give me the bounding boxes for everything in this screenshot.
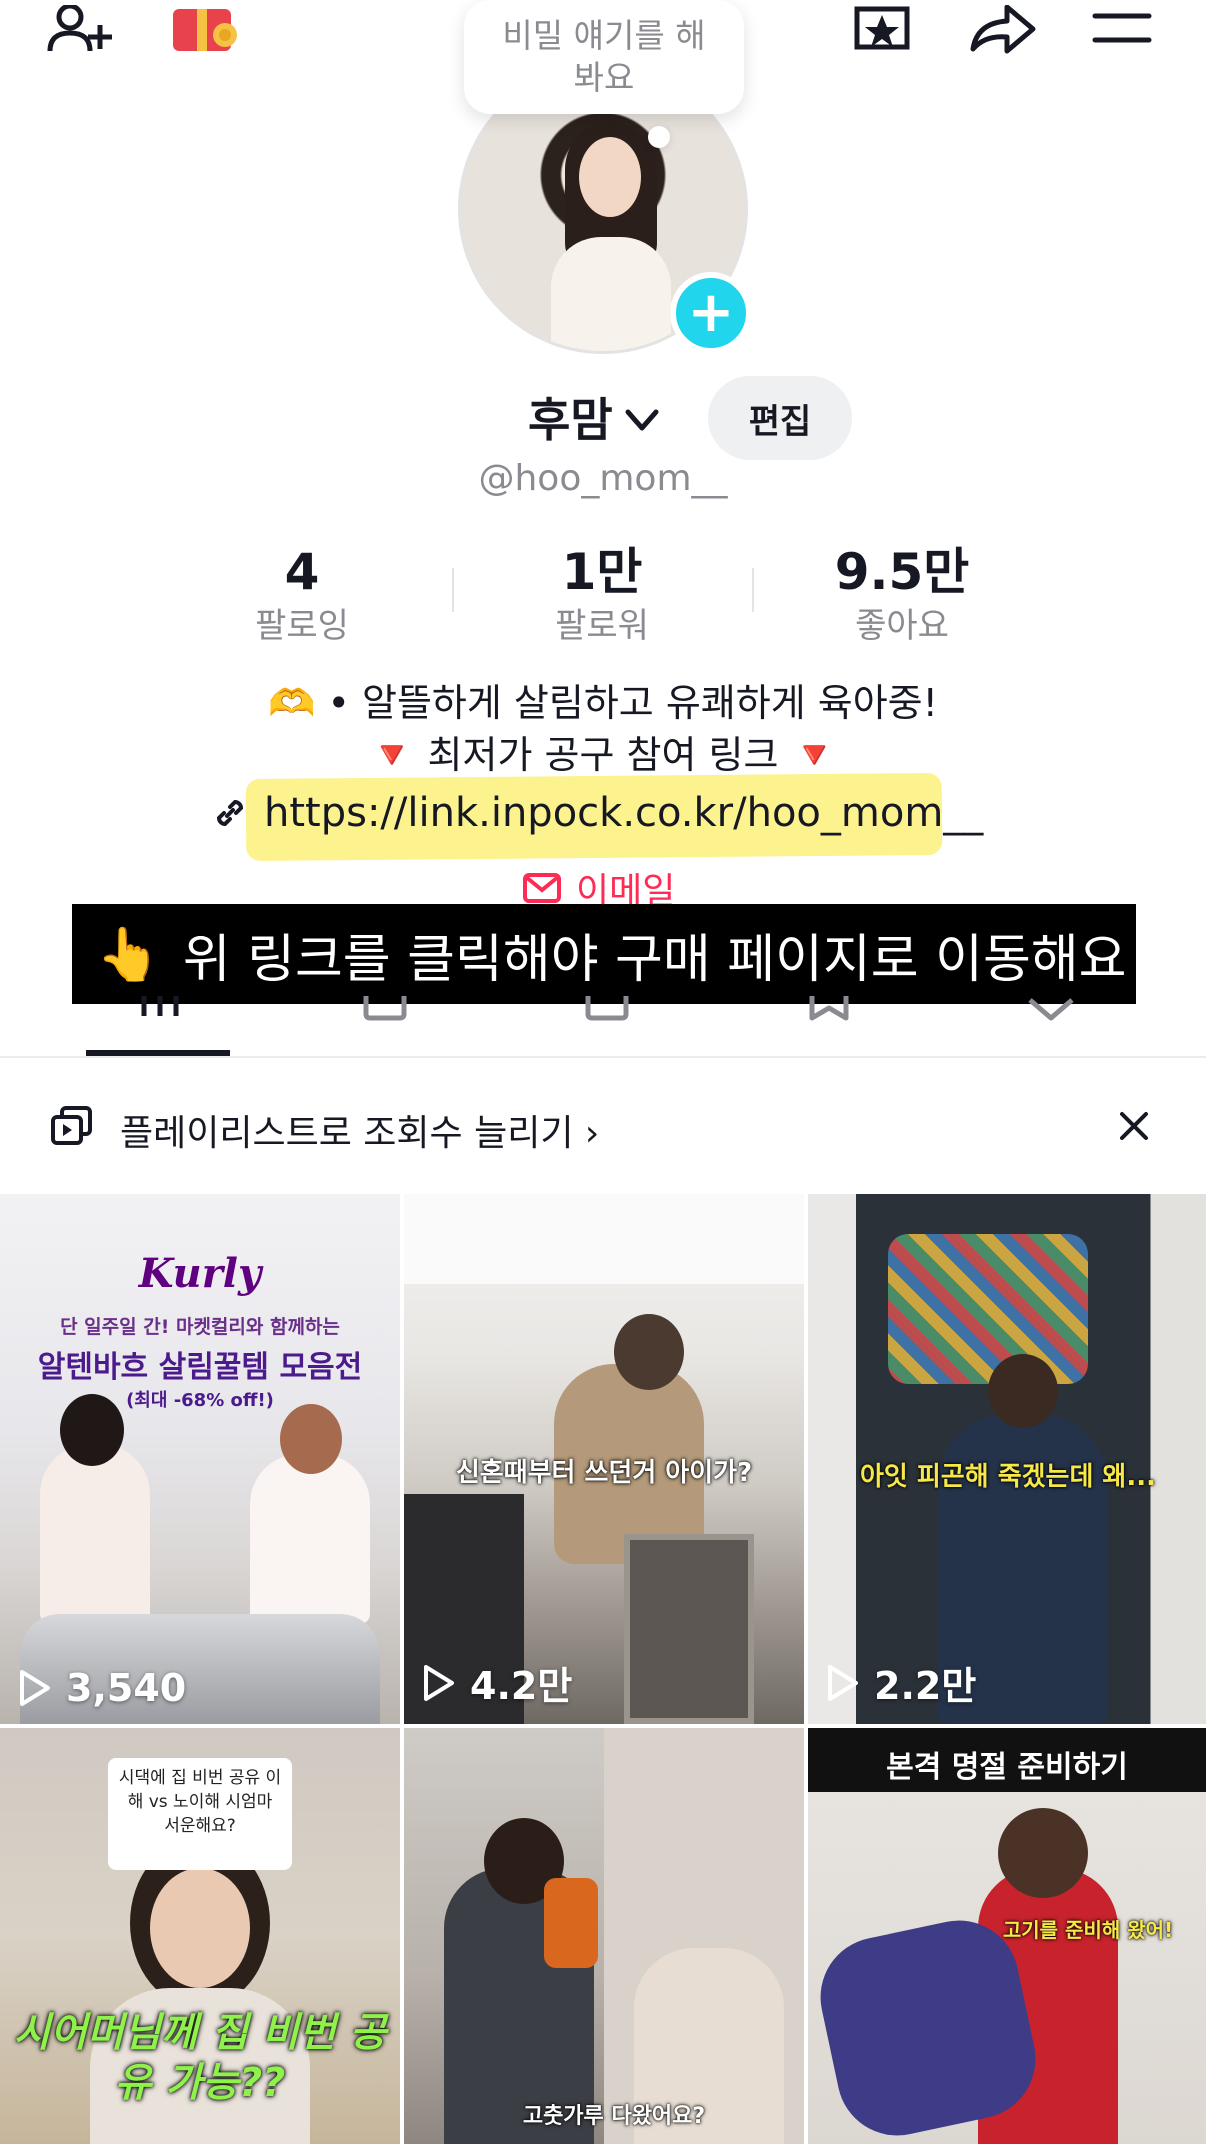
video-caption: 시어머님께 집 비번 공유 가능?? bbox=[13, 2010, 387, 2106]
video-caption: 본격 명절 준비하기 bbox=[886, 1750, 1128, 1785]
link-icon bbox=[216, 799, 244, 827]
repost-icon bbox=[585, 996, 629, 1021]
kurly-logo: Kurly bbox=[138, 1250, 262, 1297]
video-caption: 아잇 피곤해 죽겠는데 왜... bbox=[860, 1462, 1156, 1492]
profile-name[interactable]: 후맘 bbox=[528, 384, 613, 450]
playlist-prompt[interactable]: 플레이리스트로 조회수 늘리기 › bbox=[0, 1058, 1206, 1194]
saved-tab[interactable] bbox=[746, 996, 906, 1056]
playlist-icon bbox=[51, 1106, 92, 1145]
bio-link-text[interactable]: https://link.inpock.co.kr/hoo_mom__ bbox=[264, 790, 983, 836]
stat-value: 1만 bbox=[561, 543, 643, 601]
video-caption: 알텐바흐 살림꿀템 모음전 bbox=[37, 1350, 363, 1385]
video-tile[interactable]: 시댁에 집 비번 공유 이해 vs 노이해 시엄마 서운해요? 시어머님께 집 … bbox=[0, 1728, 400, 2144]
close-icon[interactable] bbox=[1116, 1108, 1152, 1144]
profile-handle: @hoo_mom__ bbox=[478, 458, 728, 499]
shop-tab[interactable] bbox=[302, 996, 462, 1056]
video-caption: (최대 -68% off!) bbox=[126, 1390, 274, 1411]
view-count-text: 4.2만 bbox=[470, 1664, 573, 1708]
share-icon[interactable] bbox=[962, 0, 1042, 60]
heart-icon bbox=[1028, 998, 1074, 1021]
stat-followers[interactable]: 1만 팔로워 bbox=[492, 540, 712, 648]
active-tab-indicator bbox=[86, 1050, 230, 1056]
stat-divider bbox=[752, 568, 754, 612]
note-bubble-text: 비밀 얘기를 해 봐요 bbox=[502, 16, 706, 97]
add-story-plus-icon[interactable]: + bbox=[670, 272, 752, 354]
caption-banner: 👆 위 링크를 클릭해야 구매 페이지로 이동해요 bbox=[72, 904, 1136, 1004]
videos-tab[interactable] bbox=[80, 996, 240, 1056]
stat-label: 팔로워 bbox=[555, 606, 649, 646]
bio-line-1: 🫶 • 알뜰하게 살림하고 유쾌하게 육아중! bbox=[268, 681, 938, 725]
video-caption: 고춧가루 다왔어요? bbox=[522, 2104, 706, 2129]
stat-value: 9.5만 bbox=[834, 543, 970, 601]
stat-label: 좋아요 bbox=[855, 606, 949, 646]
shop-bag-icon bbox=[363, 996, 407, 1021]
play-icon bbox=[424, 1664, 454, 1701]
edit-profile-button[interactable]: 편집 bbox=[708, 376, 852, 460]
view-count-text: 3,540 bbox=[66, 1666, 187, 1710]
view-count-text: 2.2만 bbox=[874, 1664, 977, 1708]
video-grid: Kurly 단 일주일 간! 마켓컬리와 함께하는 알텐바흐 살림꿀템 모음전 … bbox=[0, 1194, 1206, 2144]
bookmark-icon bbox=[809, 996, 849, 1021]
gift-icon[interactable] bbox=[164, 0, 244, 60]
view-count: 4.2만 bbox=[422, 1655, 572, 1710]
menu-icon[interactable] bbox=[1082, 0, 1162, 60]
avatar-body bbox=[551, 237, 671, 351]
mail-icon bbox=[523, 873, 561, 903]
add-friend-icon[interactable] bbox=[40, 0, 120, 60]
grid-icon bbox=[141, 996, 179, 1016]
avatar-face bbox=[579, 137, 641, 217]
stat-label: 팔로잉 bbox=[255, 606, 349, 646]
liked-tab[interactable] bbox=[968, 998, 1128, 1056]
caption-banner-text: 위 링크를 클릭해야 구매 페이지로 이동해요 bbox=[182, 929, 1127, 990]
chevron-down-icon[interactable] bbox=[622, 400, 662, 440]
video-tile[interactable]: Kurly 단 일주일 간! 마켓컬리와 함께하는 알텐바흐 살림꿀템 모음전 … bbox=[0, 1194, 400, 1724]
note-bubble[interactable]: 비밀 얘기를 해 봐요 bbox=[464, 0, 744, 114]
video-caption: 신혼때부터 쓰던거 아이가? bbox=[455, 1458, 753, 1488]
video-caption: 단 일주일 간! 마켓컬리와 함께하는 bbox=[60, 1316, 340, 1338]
pointing-up-icon: 👆 bbox=[96, 924, 161, 985]
view-count: 3,540 bbox=[18, 1666, 186, 1710]
video-caption: 시댁에 집 비번 공유 이해 vs 노이해 시엄마 서운해요? bbox=[118, 1768, 282, 1836]
stat-following[interactable]: 4 팔로잉 bbox=[192, 540, 412, 648]
playlist-prompt-text: 플레이리스트로 조회수 늘리기 › bbox=[120, 1113, 600, 1154]
video-tile[interactable]: 고춧가루 다왔어요? bbox=[404, 1728, 804, 2144]
favorites-icon[interactable] bbox=[842, 0, 922, 60]
video-tile[interactable]: 신혼때부터 쓰던거 아이가? 4.2만 bbox=[404, 1194, 804, 1724]
view-count: 2.2만 bbox=[826, 1655, 976, 1710]
stat-likes[interactable]: 9.5만 좋아요 bbox=[792, 540, 1012, 648]
play-icon bbox=[20, 1670, 50, 1706]
video-caption: 고기를 준비해 왔어! bbox=[1002, 1918, 1174, 1942]
video-tile[interactable]: 아잇 피곤해 죽겠는데 왜... 2.2만 bbox=[808, 1194, 1206, 1724]
video-tile[interactable]: 본격 명절 준비하기 고기를 준비해 왔어! bbox=[808, 1728, 1206, 2144]
reposts-tab[interactable] bbox=[524, 996, 684, 1056]
stat-divider bbox=[452, 568, 454, 612]
bio-link[interactable]: https://link.inpock.co.kr/hoo_mom__ bbox=[210, 778, 983, 848]
note-bubble-dot bbox=[648, 126, 670, 148]
bio-line-2: 🔻 최저가 공구 참여 링크 🔻 bbox=[368, 733, 838, 777]
stat-value: 4 bbox=[284, 543, 320, 601]
play-icon bbox=[828, 1664, 858, 1701]
